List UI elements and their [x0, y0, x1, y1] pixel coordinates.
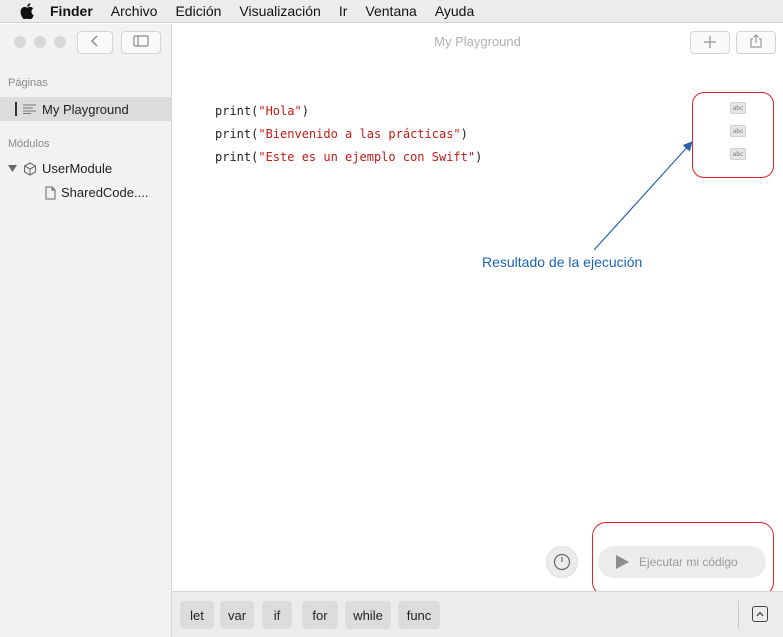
menu-visualizacion[interactable]: Visualización	[239, 3, 320, 19]
sidebar-icon	[133, 34, 149, 52]
keyword-let[interactable]: let	[180, 601, 214, 629]
menu-ventana[interactable]: Ventana	[365, 3, 416, 19]
list-icon	[23, 104, 36, 114]
minimize-window-button[interactable]	[34, 36, 46, 48]
file-label: SharedCode....	[61, 185, 149, 200]
keyword-for[interactable]: for	[302, 601, 338, 629]
keyboard-toggle-button[interactable]	[752, 606, 768, 622]
modules-header: Módulos	[8, 138, 50, 150]
cube-icon	[23, 161, 37, 176]
keyword-while[interactable]: while	[345, 601, 391, 629]
keyword-if[interactable]: if	[262, 601, 292, 629]
toggle-sidebar-button[interactable]	[121, 31, 161, 54]
playground-window: Páginas My Playground Módulos UserModule…	[0, 24, 783, 637]
keyword-var[interactable]: var	[220, 601, 254, 629]
sidebar-item-label: My Playground	[42, 101, 129, 117]
module-usermodule[interactable]: UserModule	[8, 161, 112, 176]
close-window-button[interactable]	[14, 36, 26, 48]
disclosure-triangle-icon[interactable]	[8, 164, 17, 173]
keyword-func[interactable]: func	[398, 601, 440, 629]
menu-archivo[interactable]: Archivo	[111, 3, 158, 19]
file-sharedcode[interactable]: SharedCode....	[45, 185, 148, 200]
annotation-label: Resultado de la ejecución	[482, 254, 643, 270]
apple-logo-icon[interactable]	[18, 2, 36, 20]
back-button[interactable]	[77, 31, 113, 54]
editor-area: My Playground print("Hola") print("Bienv…	[172, 24, 783, 637]
run-highlight-box	[592, 522, 774, 596]
menu-finder[interactable]: Finder	[50, 3, 93, 19]
menu-bar: Finder Archivo Edición Visualización Ir …	[0, 0, 783, 23]
sidebar-item-my-playground[interactable]: My Playground	[0, 97, 171, 121]
run-mode-button[interactable]	[546, 546, 578, 578]
zoom-window-button[interactable]	[54, 36, 66, 48]
document-icon	[45, 186, 56, 200]
menu-edicion[interactable]: Edición	[175, 3, 221, 19]
keyword-bar: let var if for while func	[172, 591, 783, 637]
menu-ir[interactable]: Ir	[339, 3, 348, 19]
chevron-left-icon	[90, 34, 100, 52]
sidebar: Páginas My Playground Módulos UserModule…	[0, 24, 172, 637]
chevron-up-icon	[756, 611, 764, 617]
window-controls	[14, 36, 66, 48]
module-label: UserModule	[42, 161, 113, 176]
menu-ayuda[interactable]: Ayuda	[435, 3, 474, 19]
clock-icon	[553, 553, 571, 571]
pages-header: Páginas	[8, 77, 48, 89]
